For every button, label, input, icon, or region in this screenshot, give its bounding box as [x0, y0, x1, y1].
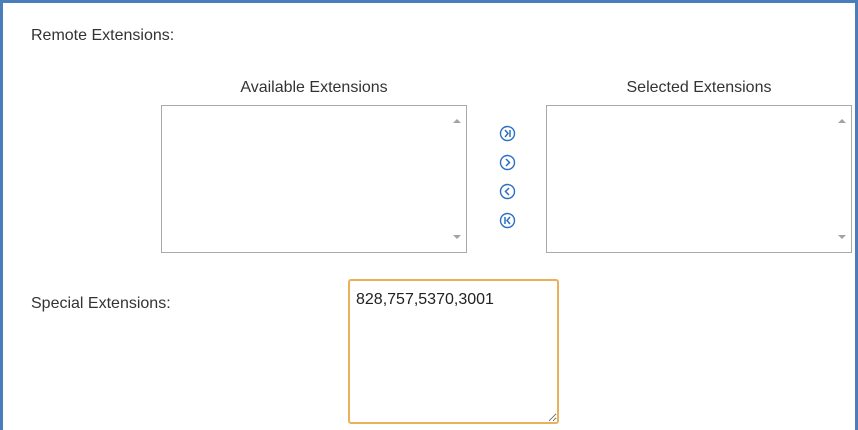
selected-extensions-header: Selected Extensions — [626, 79, 772, 96]
scroll-down-icon[interactable] — [453, 235, 461, 239]
available-extensions-list[interactable] — [161, 105, 467, 253]
scroll-down-icon[interactable] — [838, 235, 846, 239]
scroll-up-icon[interactable] — [838, 119, 846, 123]
move-right-icon — [499, 154, 516, 171]
settings-panel: Remote Extensions: Available Extensions … — [0, 0, 858, 430]
scroll-up-icon[interactable] — [453, 119, 461, 123]
available-extensions-header: Available Extensions — [240, 79, 388, 96]
move-right-button[interactable] — [499, 154, 516, 171]
remote-extensions-label: Remote Extensions: — [31, 27, 175, 44]
selected-list-scrollbar[interactable] — [834, 106, 851, 252]
move-all-right-button[interactable] — [499, 125, 516, 142]
available-list-scrollbar[interactable] — [449, 106, 466, 252]
special-extensions-input[interactable]: 828,757,5370,3001 — [348, 279, 559, 424]
selected-extensions-list[interactable] — [546, 105, 852, 253]
move-all-right-icon — [499, 125, 516, 142]
move-all-left-button[interactable] — [499, 212, 516, 229]
special-extensions-label: Special Extensions: — [31, 295, 171, 312]
move-all-left-icon — [499, 212, 516, 229]
move-left-icon — [499, 183, 516, 200]
move-left-button[interactable] — [499, 183, 516, 200]
